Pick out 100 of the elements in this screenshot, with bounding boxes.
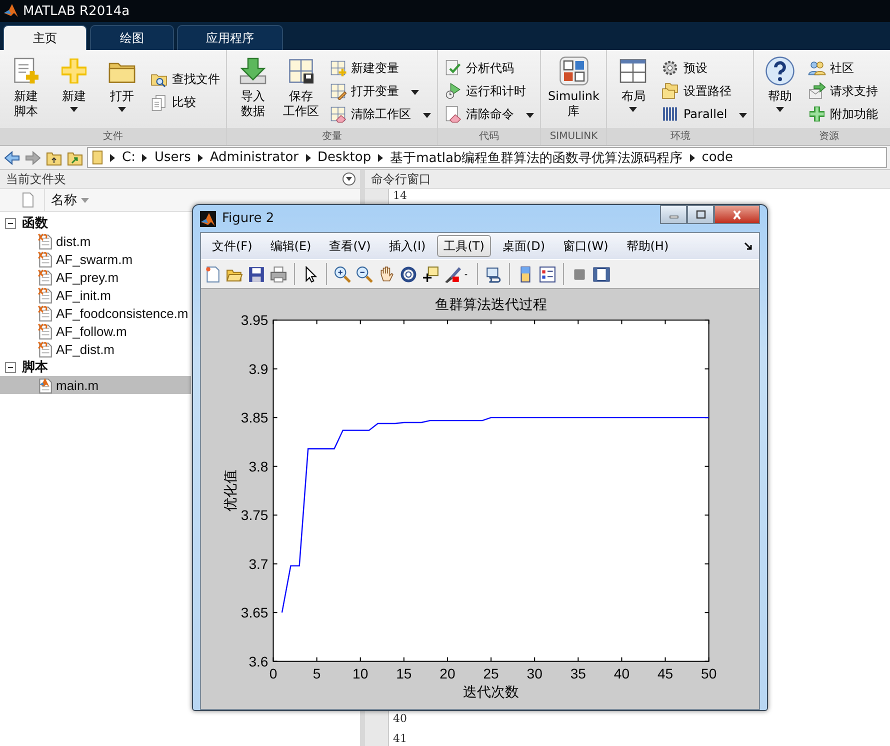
back-arrow-icon[interactable]	[3, 150, 21, 166]
file-item[interactable]: AF_prey.m	[0, 268, 191, 286]
legend-icon[interactable]	[539, 266, 556, 282]
ribbon-button[interactable]: 新建 脚本	[4, 54, 48, 128]
brush-icon[interactable]	[444, 266, 461, 282]
ribbon-button[interactable]: 预设	[659, 56, 750, 80]
y-tick-label: 3.65	[240, 604, 268, 621]
data-cursor-icon[interactable]	[422, 266, 439, 282]
sort-arrow-icon	[81, 198, 89, 202]
file-item[interactable]: AF_follow.m	[0, 322, 191, 340]
ribbon-button[interactable]: 打开变量	[327, 80, 433, 102]
new-file-icon[interactable]	[204, 266, 221, 282]
ribbon-tab[interactable]: 主页	[3, 25, 87, 50]
file-item[interactable]: AF_foodconsistence.m	[0, 304, 191, 322]
path-segment[interactable]: C:	[122, 150, 136, 165]
path-segment[interactable]: Administrator	[210, 150, 298, 165]
ribbon-button[interactable]: 布局	[611, 54, 656, 128]
file-item[interactable]: dist.m	[0, 232, 191, 250]
document-icon	[22, 192, 34, 208]
function-file-icon	[37, 268, 53, 286]
group-label: 代码	[438, 128, 540, 145]
menu-item[interactable]: 工具(T)	[436, 235, 492, 257]
ribbon-button[interactable]: 运行和计时	[442, 80, 536, 102]
ribbon-tab[interactable]: 绘图	[90, 25, 174, 50]
x-tick-label: 25	[483, 665, 499, 682]
menu-item[interactable]: 帮助(H)	[619, 235, 676, 257]
collapse-toggle-icon[interactable]	[5, 362, 16, 372]
bars-icon	[661, 105, 680, 123]
path-segment[interactable]: Desktop	[318, 150, 372, 165]
function-file-icon	[37, 232, 53, 250]
plot-tools-icon[interactable]	[593, 266, 610, 282]
ribbon-button[interactable]: Parallel	[659, 102, 750, 126]
ribbon-button[interactable]: Simulink 库	[545, 54, 602, 128]
collapse-toggle-icon[interactable]	[5, 218, 16, 228]
x-tick-label: 15	[396, 665, 412, 682]
hand-icon[interactable]	[378, 266, 395, 282]
ribbon-button[interactable]: 设置路径	[659, 80, 750, 102]
x-axis-label: 迭代次数	[463, 684, 520, 700]
ribbon-button[interactable]: 附加功能	[806, 102, 890, 126]
ribbon-button[interactable]: 查找文件	[148, 68, 222, 91]
ribbon-button[interactable]: 比较	[148, 91, 222, 114]
envelope-arrow-icon	[808, 82, 826, 100]
ribbon-button[interactable]: 帮助	[758, 54, 802, 128]
settings-icon	[661, 59, 680, 77]
browse-folder-icon[interactable]	[66, 150, 84, 166]
x-tick-label: 10	[352, 665, 368, 682]
ribbon-button[interactable]: 新建	[52, 54, 96, 128]
dock-arrow-icon[interactable]	[743, 241, 753, 251]
path-segment[interactable]: Users	[154, 150, 191, 165]
line-number: 41	[393, 732, 408, 746]
rotate-icon[interactable]	[400, 266, 417, 282]
column-header[interactable]: 名称	[44, 189, 89, 211]
menu-item[interactable]: 桌面(D)	[495, 235, 552, 257]
folders-icon	[661, 82, 680, 100]
path-segment[interactable]: 基于matlab编程鱼群算法的函数寻优算法源码程序	[390, 148, 683, 166]
caret-icon	[423, 112, 431, 118]
caret-icon	[118, 107, 126, 112]
grid-plus-icon	[329, 59, 347, 77]
ribbon-button[interactable]: 分析代码	[442, 56, 536, 80]
ribbon-button[interactable]: 打开	[100, 54, 144, 128]
zoom-out-icon[interactable]	[356, 266, 373, 282]
file-item[interactable]: AF_init.m	[0, 286, 191, 304]
up-folder-icon[interactable]	[45, 150, 63, 166]
ribbon-button[interactable]: 清除命令	[442, 102, 536, 126]
y-tick-label: 3.85	[240, 410, 268, 426]
panel-title: 命令行窗口	[371, 170, 431, 188]
link-icon[interactable]	[485, 266, 502, 282]
ribbon-button[interactable]: 社区	[806, 56, 890, 80]
save-icon[interactable]	[248, 266, 265, 282]
ribbon-button[interactable]: 请求支持	[806, 80, 890, 102]
path-segment[interactable]: code	[702, 150, 734, 165]
ribbon-button[interactable]: 导入 数据	[231, 54, 275, 128]
printer-icon[interactable]	[270, 266, 287, 282]
menu-item[interactable]: 窗口(W)	[556, 235, 616, 257]
ribbon-button[interactable]: 清除工作区	[327, 102, 433, 126]
file-item[interactable]: main.m	[0, 376, 191, 394]
x-tick-label: 50	[701, 665, 717, 682]
matlab-logo-icon	[200, 210, 216, 226]
path-field[interactable]: C: Users Administrator Desktop 基于matlab编程鱼群算法的函数寻优算法源码程序 code	[87, 147, 887, 168]
ribbon-tab[interactable]: 应用程序	[177, 25, 283, 50]
zoom-in-icon[interactable]	[334, 266, 351, 282]
menu-icon[interactable]	[342, 172, 356, 186]
file-item[interactable]: AF_dist.m	[0, 340, 191, 358]
tree-group-label[interactable]: 函数	[22, 214, 48, 232]
ribbon-button[interactable]: 保存 工作区	[279, 54, 323, 128]
menu-item[interactable]: 编辑(E)	[263, 235, 318, 257]
y-axis-label: 优化值	[223, 470, 240, 512]
menu-item[interactable]: 插入(I)	[382, 235, 433, 257]
close-button[interactable]	[714, 205, 760, 224]
maximize-button[interactable]	[687, 205, 714, 224]
y-tick-label: 3.95	[240, 312, 268, 328]
file-item[interactable]: AF_swarm.m	[0, 250, 191, 268]
ribbon-button[interactable]: 新建变量	[327, 56, 433, 80]
caret-icon	[629, 107, 638, 112]
tree-group-label[interactable]: 脚本	[22, 358, 48, 376]
menu-item[interactable]: 查看(V)	[322, 235, 378, 257]
menu-item[interactable]: 文件(F)	[205, 235, 260, 257]
function-file-icon	[37, 322, 53, 340]
users-icon	[808, 59, 826, 77]
minimize-button[interactable]	[660, 205, 687, 224]
